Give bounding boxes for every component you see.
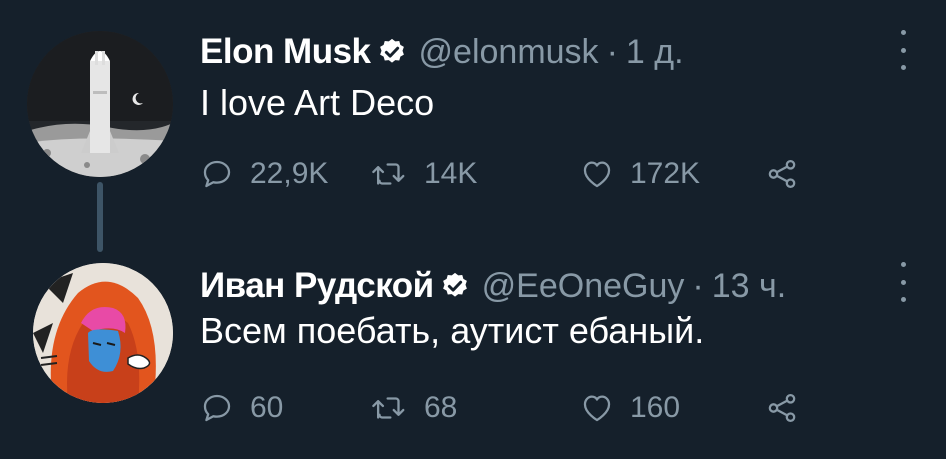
share-button[interactable] (765, 386, 799, 430)
tweet-actions: 22,9K 14K 172K (200, 152, 800, 196)
like-count: 172K (630, 157, 701, 190)
reply-count: 22,9K (250, 157, 329, 190)
more-options-icon[interactable] (896, 30, 910, 70)
tweet-text: I love Art Deco (200, 82, 435, 123)
retweet-icon (372, 163, 405, 185)
retweet-icon (372, 397, 405, 419)
avatar[interactable] (27, 31, 173, 177)
verified-badge-icon (377, 37, 407, 67)
retweet-count: 68 (424, 391, 458, 424)
handle[interactable]: @EeOneGuy (482, 267, 685, 306)
retweet-button[interactable]: 68 (370, 386, 457, 430)
retweet-count: 14K (424, 157, 478, 190)
separator: · (692, 266, 704, 305)
tweet-text: Всем поебать, аутист ебаный. (200, 310, 705, 351)
like-icon (583, 161, 611, 188)
retweet-button[interactable]: 14K (370, 152, 477, 196)
reply-button[interactable]: 22,9K (200, 152, 328, 196)
separator: · (606, 32, 618, 71)
display-name[interactable]: Elon Musk (200, 32, 371, 72)
reply-icon (203, 160, 231, 188)
share-icon (768, 393, 796, 423)
tweet[interactable]: Elon Musk @elonmusk · 1 д. I love Art De… (0, 0, 946, 252)
share-button[interactable] (765, 152, 799, 196)
tweet[interactable]: Иван Рудской @EeOneGuy · 13 ч. Всем поеб… (0, 232, 946, 459)
reply-icon (203, 394, 231, 422)
like-button[interactable]: 172K (580, 152, 700, 196)
tweet-actions: 60 68 160 (200, 386, 800, 430)
avatar-starship-image (27, 31, 173, 177)
timestamp[interactable]: 13 ч. (712, 267, 786, 306)
timestamp[interactable]: 1 д. (626, 33, 684, 72)
share-icon (768, 159, 796, 189)
like-button[interactable]: 160 (580, 386, 680, 430)
more-options-icon[interactable] (896, 262, 910, 302)
avatar[interactable] (33, 263, 173, 403)
display-name[interactable]: Иван Рудской (200, 266, 434, 306)
like-count: 160 (630, 391, 681, 424)
avatar-hooded-character-image (33, 263, 173, 403)
verified-badge-icon (440, 271, 470, 301)
like-icon (583, 395, 611, 422)
reply-button[interactable]: 60 (200, 386, 283, 430)
tweet-header: Иван Рудской @EeOneGuy · 13 ч. (200, 266, 786, 306)
tweet-header: Elon Musk @elonmusk · 1 д. (200, 32, 684, 72)
handle[interactable]: @elonmusk (419, 33, 599, 72)
reply-count: 60 (250, 391, 284, 424)
